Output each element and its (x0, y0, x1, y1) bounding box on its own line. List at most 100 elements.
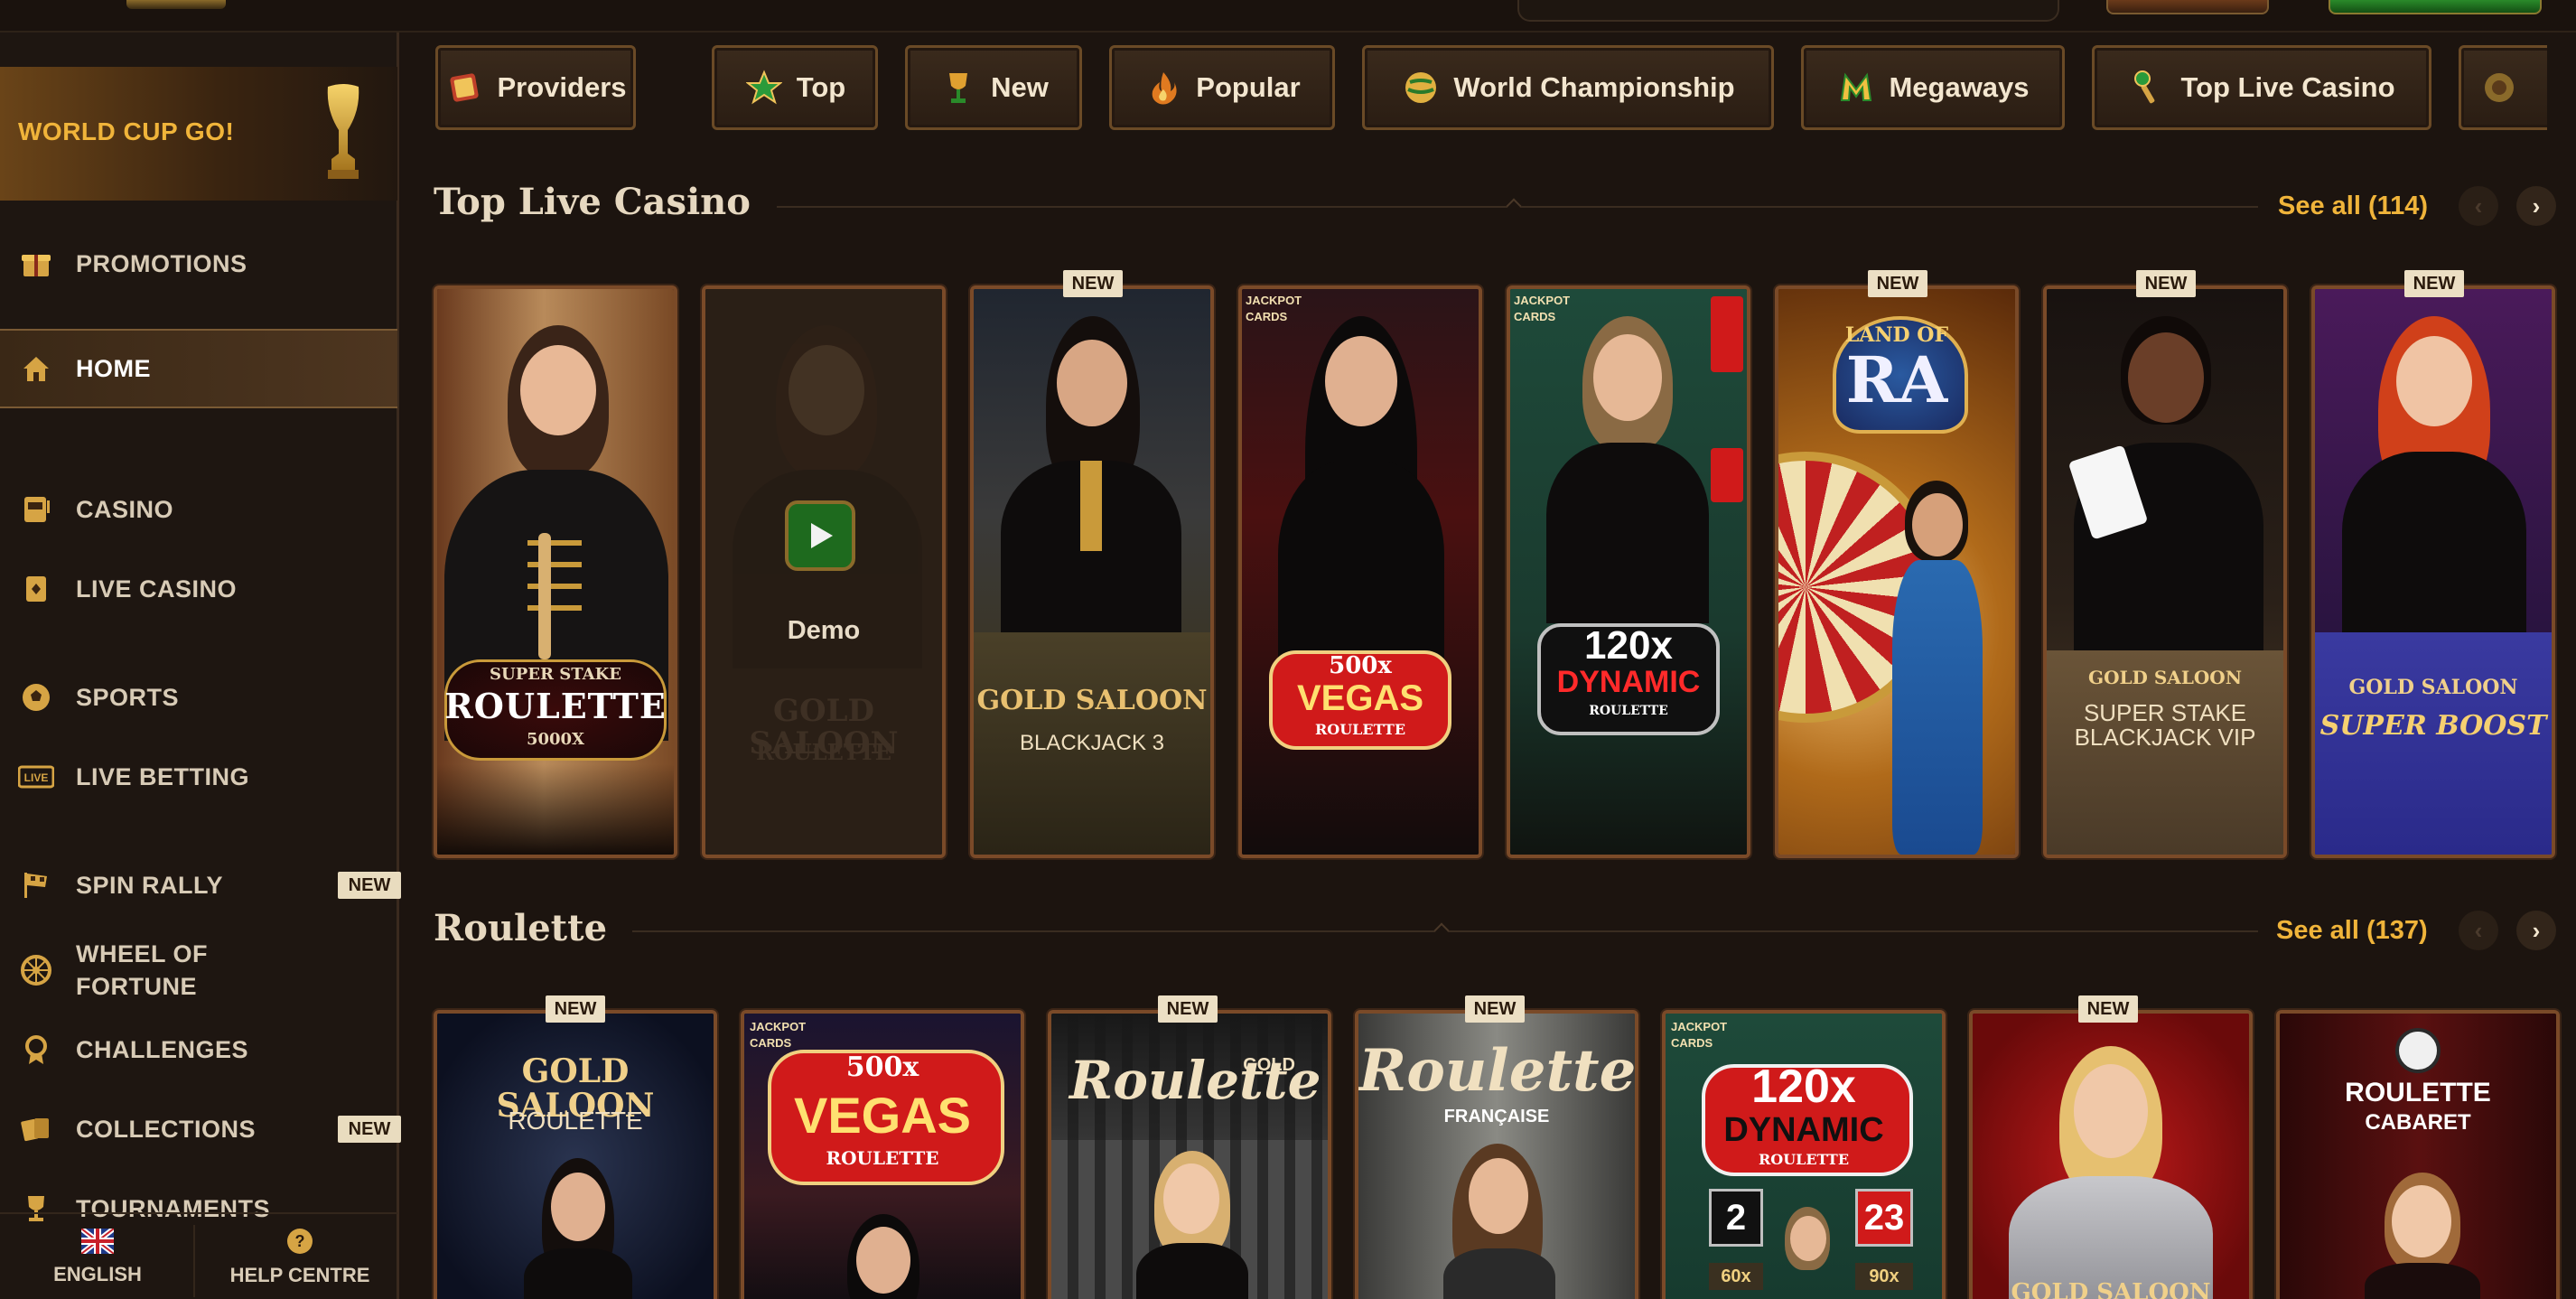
card-subtitle: GOLD SALOON (2348, 676, 2518, 699)
sidebar-item-label: COLLECTIONS (76, 1116, 256, 1143)
game-card[interactable]: GOLD SALOON BLACKJACK 3 (970, 285, 1214, 858)
tab-label: World Championship (1453, 71, 1735, 103)
sidebar-item-collections[interactable]: COLLECTIONS NEW (0, 1102, 401, 1156)
race-flag-icon (18, 867, 54, 903)
game-card[interactable]: GOLD SALOON (1969, 1010, 2253, 1299)
new-badge: NEW (2404, 270, 2464, 297)
sidebar-item-label: SPORTS (76, 684, 180, 711)
game-card[interactable]: GOLD SALOON SUPER STAKE BLACKJACK VIP (2043, 285, 2287, 858)
next-arrow-button[interactable]: › (2516, 911, 2556, 950)
language-label: ENGLISH (53, 1263, 142, 1285)
tab-label: Top Live Casino (2180, 71, 2395, 103)
tab-popular[interactable]: Popular (1109, 45, 1335, 130)
world-cup-banner[interactable]: WORLD CUP GO! (0, 67, 397, 201)
medal-icon (18, 1032, 54, 1068)
sidebar-footer: ENGLISH ? HELP CENTRE (0, 1212, 397, 1299)
tab-label: New (991, 71, 1049, 103)
new-badge: NEW (1868, 270, 1927, 297)
card-subtitle: ROULETTE (755, 739, 892, 765)
card-title: VEGAS (1296, 678, 1424, 718)
sidebar-item-casino[interactable]: CASINO (0, 482, 397, 537)
prev-arrow-button[interactable]: ‹ (2459, 911, 2498, 950)
sidebar-item-live-casino[interactable]: LIVE CASINO (0, 562, 397, 616)
sidebar-item-label: WHEEL OF FORTUNE (76, 940, 209, 1000)
fire-icon (1143, 68, 1183, 107)
home-icon (18, 350, 54, 387)
sidebar-item-label: CHALLENGES (76, 1036, 249, 1063)
gift-icon (18, 246, 54, 282)
new-badge: NEW (2078, 995, 2138, 1023)
trophy-icon (327, 84, 359, 179)
tab-more[interactable] (2459, 45, 2547, 130)
login-button[interactable] (2106, 0, 2269, 14)
game-card[interactable]: GOLD SALOON ROULETTE Demo (702, 285, 946, 858)
help-icon: ? (287, 1229, 313, 1254)
site-logo[interactable] (126, 0, 226, 9)
section-title: Roulette (434, 907, 608, 949)
megaways-icon (1836, 68, 1876, 107)
sidebar-item-label: CASINO (76, 496, 174, 523)
see-all-link[interactable]: See all (114) (2278, 192, 2428, 221)
sidebar-item-home[interactable]: HOME (0, 329, 397, 408)
tab-top[interactable]: Top (712, 45, 878, 130)
search-input[interactable] (1517, 0, 2059, 22)
help-centre-link[interactable]: ? HELP CENTRE (202, 1214, 397, 1299)
prev-arrow-button[interactable]: ‹ (2459, 186, 2498, 226)
tab-world-championship[interactable]: World Championship (1362, 45, 1774, 130)
more-category-icon (2479, 68, 2519, 107)
card-tagline: 5000X (526, 730, 585, 749)
new-badge: NEW (2136, 270, 2196, 297)
game-card[interactable]: JACKPOT CARDS 500x VEGAS ROULETTE (1238, 285, 1482, 858)
register-button[interactable] (2329, 0, 2542, 14)
microphone-icon (2128, 68, 2168, 107)
sidebar-item-label: LIVE BETTING (76, 763, 250, 790)
new-badge: NEW (1465, 995, 1525, 1023)
game-card[interactable]: GOLD SALOON ROULETTE (434, 1010, 717, 1299)
wheel-icon (18, 952, 54, 988)
next-arrow-button[interactable]: › (2516, 186, 2556, 226)
game-card[interactable]: JACKPOT CARDS 120x DYNAMIC ROULETTE (1507, 285, 1750, 858)
globe-ball-icon (1401, 68, 1441, 107)
uk-flag-icon (81, 1229, 114, 1254)
game-card[interactable]: JACKPOT CARDS 500x VEGAS ROULETTE (741, 1010, 1024, 1299)
card-title: DYNAMIC (1556, 665, 1701, 699)
game-card[interactable]: JACKPOT CARDS 120x DYNAMIC ROULETTE 2 23… (1662, 1010, 1946, 1299)
game-card[interactable]: GOLD SALOON SUPER BOOST (2311, 285, 2555, 858)
sidebar-item-challenges[interactable]: CHALLENGES (0, 1023, 397, 1077)
sidebar-item-sports[interactable]: SPORTS (0, 670, 397, 724)
play-button[interactable] (785, 500, 855, 571)
language-selector[interactable]: ENGLISH (0, 1214, 195, 1299)
game-card[interactable]: LAND OF RA (1775, 285, 2019, 858)
card-subtitle: GOLD SALOON (2087, 667, 2243, 688)
demo-button[interactable]: Demo (705, 616, 942, 646)
game-card[interactable]: ROULETTE CABARET (2276, 1010, 2560, 1299)
game-card[interactable]: Roulette GOLD (1048, 1010, 1331, 1299)
card-subtitle: SUPER STAKE (490, 665, 621, 684)
new-badge: NEW (338, 872, 401, 899)
tab-label: Top (796, 71, 846, 103)
tab-label: Megaways (1889, 71, 2030, 103)
svg-text:LIVE: LIVE (24, 771, 49, 784)
category-bar: Providers Top New Popular World Champion… (434, 43, 2547, 132)
new-cup-icon (938, 68, 978, 107)
card-multiplier: 120x (1584, 623, 1673, 668)
sidebar-item-label: PROMOTIONS (76, 250, 247, 277)
sidebar-item-wheel-of-fortune[interactable]: WHEEL OF FORTUNE (0, 932, 397, 1008)
top-header (0, 0, 2576, 33)
tab-top-live-casino[interactable]: Top Live Casino (2092, 45, 2431, 130)
tab-providers[interactable]: Providers (435, 45, 636, 130)
see-all-link[interactable]: See all (137) (2276, 916, 2428, 946)
tab-megaways[interactable]: Megaways (1801, 45, 2065, 130)
card-subtitle: BLACKJACK 3 (1019, 731, 1165, 755)
svg-text:?: ? (295, 1232, 305, 1250)
game-card[interactable]: Roulette FRANÇAISE (1355, 1010, 1638, 1299)
sidebar-item-promotions[interactable]: PROMOTIONS (0, 237, 397, 291)
game-card[interactable]: SUPER STAKE ROULETTE 5000X (434, 285, 677, 858)
tab-new[interactable]: New (905, 45, 1082, 130)
footer-divider (193, 1225, 195, 1297)
play-icon (811, 523, 833, 548)
star-icon (744, 68, 784, 107)
sidebar-item-live-betting[interactable]: LIVE LIVE BETTING (0, 750, 397, 804)
slot-machine-icon (18, 491, 54, 528)
sidebar-item-spin-rally[interactable]: SPIN RALLY NEW (0, 858, 401, 912)
